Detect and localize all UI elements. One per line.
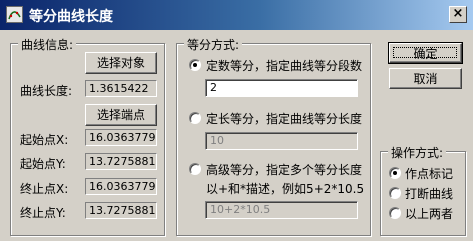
start-x-label: 起始点X: bbox=[20, 133, 69, 147]
cancel-button-label: 取消 bbox=[413, 72, 438, 86]
fixed-count-label[interactable]: 定数等分，指定曲线等分段数 bbox=[206, 57, 362, 74]
advanced-division-label-line1[interactable]: 高级等分，指定多个等分长度 bbox=[206, 161, 362, 178]
break-curve-radio[interactable] bbox=[389, 187, 401, 199]
end-x-label: 终止点X: bbox=[20, 182, 69, 196]
select-object-button[interactable]: 选择对象 bbox=[85, 52, 157, 74]
mark-point-label[interactable]: 作点标记 bbox=[405, 165, 453, 182]
close-icon: × bbox=[452, 6, 464, 21]
both-radio[interactable] bbox=[389, 207, 401, 219]
break-curve-label[interactable]: 打断曲线 bbox=[405, 185, 453, 202]
mark-point-radio[interactable] bbox=[389, 167, 401, 179]
select-endpoint-button[interactable]: 选择端点 bbox=[85, 104, 157, 126]
start-x-field: 16.0363779 bbox=[85, 129, 157, 146]
window-title: 等分曲线长度 bbox=[29, 9, 113, 25]
start-y-field: 13.7275881 bbox=[85, 153, 157, 170]
end-y-field: 13.7275881 bbox=[85, 202, 157, 219]
segment-count-input[interactable]: 2 bbox=[205, 79, 358, 97]
advanced-division-radio[interactable] bbox=[189, 163, 201, 175]
dialog-body: 曲线信息: 选择对象 曲线长度: 1.3615422 选择端点 起始点X: 16… bbox=[0, 30, 473, 241]
fixed-count-radio[interactable] bbox=[189, 59, 201, 71]
close-button[interactable]: × bbox=[449, 6, 467, 23]
division-method-legend: 等分方式: bbox=[184, 36, 243, 53]
segment-length-input[interactable]: 10 bbox=[205, 132, 358, 150]
start-y-label: 起始点Y: bbox=[20, 157, 66, 171]
both-label[interactable]: 以上两者 bbox=[405, 205, 453, 222]
cancel-button[interactable]: 取消 bbox=[389, 68, 462, 89]
end-x-field: 16.0363779 bbox=[85, 178, 157, 195]
curve-length-field: 1.3615422 bbox=[85, 80, 157, 97]
advanced-division-label-line2: 以+和*描述，例如5+2*10.5 bbox=[206, 182, 365, 196]
title-bar[interactable]: 等分曲线长度 × bbox=[0, 0, 473, 30]
curve-length-label: 曲线长度: bbox=[20, 84, 73, 98]
fixed-length-radio[interactable] bbox=[189, 112, 201, 124]
advanced-expression-input[interactable]: 10+2*10.5 bbox=[205, 201, 358, 219]
ok-button-label: 确定 bbox=[413, 47, 438, 61]
end-y-label: 终止点Y: bbox=[20, 206, 66, 220]
ok-button[interactable]: 确定 bbox=[388, 42, 463, 64]
curve-info-legend: 曲线信息: bbox=[18, 36, 77, 53]
fixed-length-label[interactable]: 定长等分，指定曲线等分长度 bbox=[206, 110, 362, 127]
app-icon bbox=[6, 6, 23, 23]
operation-legend: 操作方式: bbox=[388, 144, 447, 161]
